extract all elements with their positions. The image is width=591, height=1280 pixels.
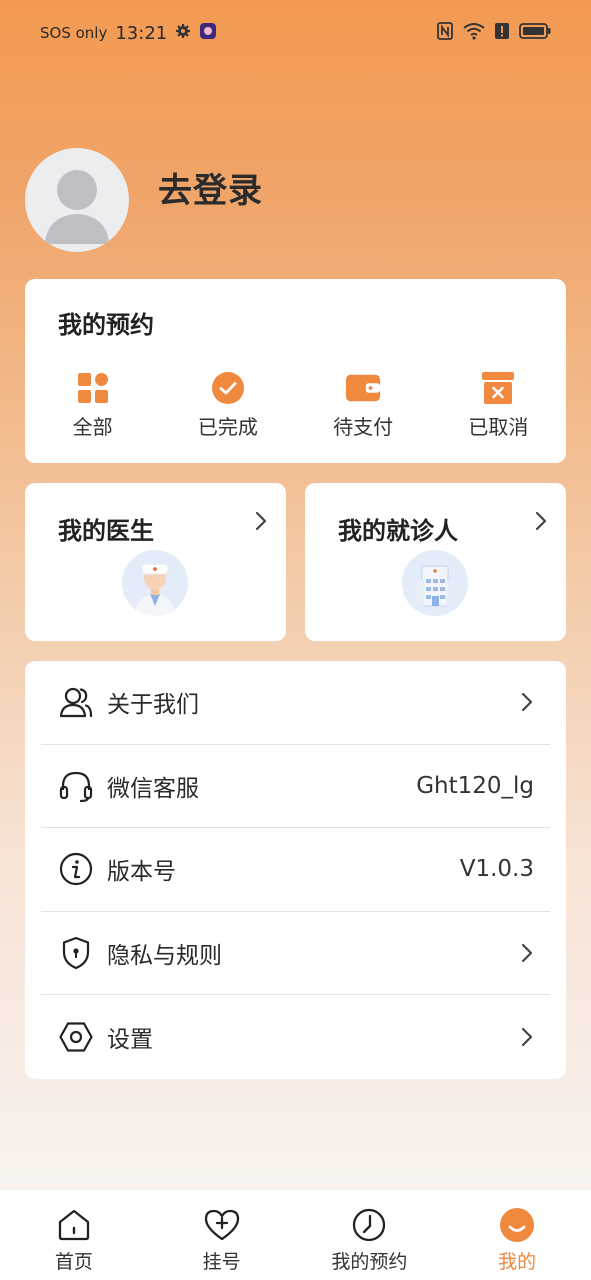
wechat-id-value: Ght120_lg	[416, 772, 534, 799]
appointments-title: 我的预约	[58, 311, 154, 339]
tab-my-appointments[interactable]: 我的预约	[296, 1190, 444, 1280]
menu-item-label: 关于我们	[107, 692, 199, 719]
status-bar: SOS only 13:21	[0, 0, 591, 64]
users-icon	[58, 684, 94, 720]
hospital-illustration-icon	[402, 550, 468, 616]
my-doctor-title: 我的医生	[58, 517, 154, 545]
appointment-filter-label: 全部	[72, 415, 113, 439]
tab-mine[interactable]: 我的	[443, 1190, 591, 1280]
menu-item-privacy-rules[interactable]: 隐私与规则	[41, 912, 550, 996]
alert-icon	[495, 22, 509, 44]
appointment-filter-unpaid[interactable]: 待支付	[296, 371, 431, 440]
shield-icon	[58, 935, 94, 971]
menu-item-version: 版本号 V1.0.3	[41, 828, 550, 912]
status-left: SOS only 13:21	[40, 22, 217, 44]
chevron-right-icon	[521, 693, 533, 712]
headset-icon	[58, 768, 94, 804]
tab-label: 我的	[498, 1251, 537, 1273]
my-patients-card[interactable]: 我的就诊人	[305, 483, 566, 641]
appointment-filter-completed[interactable]: 已完成	[160, 371, 295, 440]
chevron-right-icon	[521, 943, 533, 963]
chevron-right-icon	[255, 511, 267, 531]
menu-item-wechat-support[interactable]: 微信客服 Ght120_lg	[41, 745, 550, 829]
chevron-right-icon	[535, 511, 547, 531]
wallet-icon	[346, 371, 381, 405]
clock-time: 13:21	[115, 22, 168, 44]
grid-icon	[76, 371, 110, 405]
menu-item-settings[interactable]: 设置	[41, 995, 550, 1079]
carrier-text: SOS only	[40, 24, 108, 42]
settings-hex-icon	[58, 1019, 94, 1055]
tab-label: 挂号	[202, 1251, 241, 1273]
app-notification-icon	[199, 22, 217, 44]
chevron-right-icon	[521, 1028, 533, 1047]
wifi-icon	[463, 22, 485, 44]
tab-label: 首页	[54, 1251, 93, 1273]
tab-label: 我的预约	[331, 1251, 408, 1273]
info-icon	[58, 851, 94, 887]
appointment-filter-label: 待支付	[333, 415, 394, 439]
home-icon	[56, 1207, 92, 1243]
my-doctor-card[interactable]: 我的医生	[25, 483, 286, 641]
doctor-illustration-icon	[122, 550, 188, 616]
appointment-filter-all[interactable]: 全部	[25, 371, 160, 440]
heart-plus-icon	[204, 1207, 240, 1243]
appointment-filter-cancelled[interactable]: 已取消	[431, 371, 566, 440]
login-link[interactable]: 去登录	[158, 163, 263, 212]
version-value: V1.0.3	[459, 856, 534, 883]
menu-item-label: 隐私与规则	[107, 943, 222, 970]
avatar[interactable]	[25, 148, 129, 252]
nfc-icon	[437, 22, 453, 44]
appointment-filter-label: 已取消	[468, 415, 529, 439]
settings-gear-icon	[175, 23, 191, 43]
battery-icon	[519, 22, 551, 44]
bottom-tab-bar: 首页 挂号 我的预约 我的	[0, 1189, 591, 1280]
appointment-filter-label: 已完成	[197, 415, 258, 439]
default-avatar-icon	[45, 170, 109, 244]
appointments-card: 我的预约 全部 已完成 待支付 已取消	[25, 279, 566, 463]
tab-registration[interactable]: 挂号	[148, 1190, 296, 1280]
menu-item-label: 设置	[107, 1027, 153, 1054]
smile-icon	[499, 1207, 535, 1243]
tab-home[interactable]: 首页	[0, 1190, 148, 1280]
clock-icon	[351, 1207, 387, 1243]
menu-item-about-us[interactable]: 关于我们	[41, 661, 550, 745]
check-circle-icon	[211, 371, 245, 405]
status-right	[437, 22, 551, 44]
menu-item-label: 微信客服	[107, 775, 199, 802]
appointments-status-row: 全部 已完成 待支付 已取消	[25, 371, 566, 440]
settings-menu-card: 关于我们 微信客服 Ght120_lg 版本号 V1.0.3 隐私与规则 设置	[25, 661, 566, 1079]
my-patients-title: 我的就诊人	[338, 517, 458, 545]
menu-item-label: 版本号	[107, 859, 176, 886]
cancel-box-icon	[481, 371, 515, 405]
